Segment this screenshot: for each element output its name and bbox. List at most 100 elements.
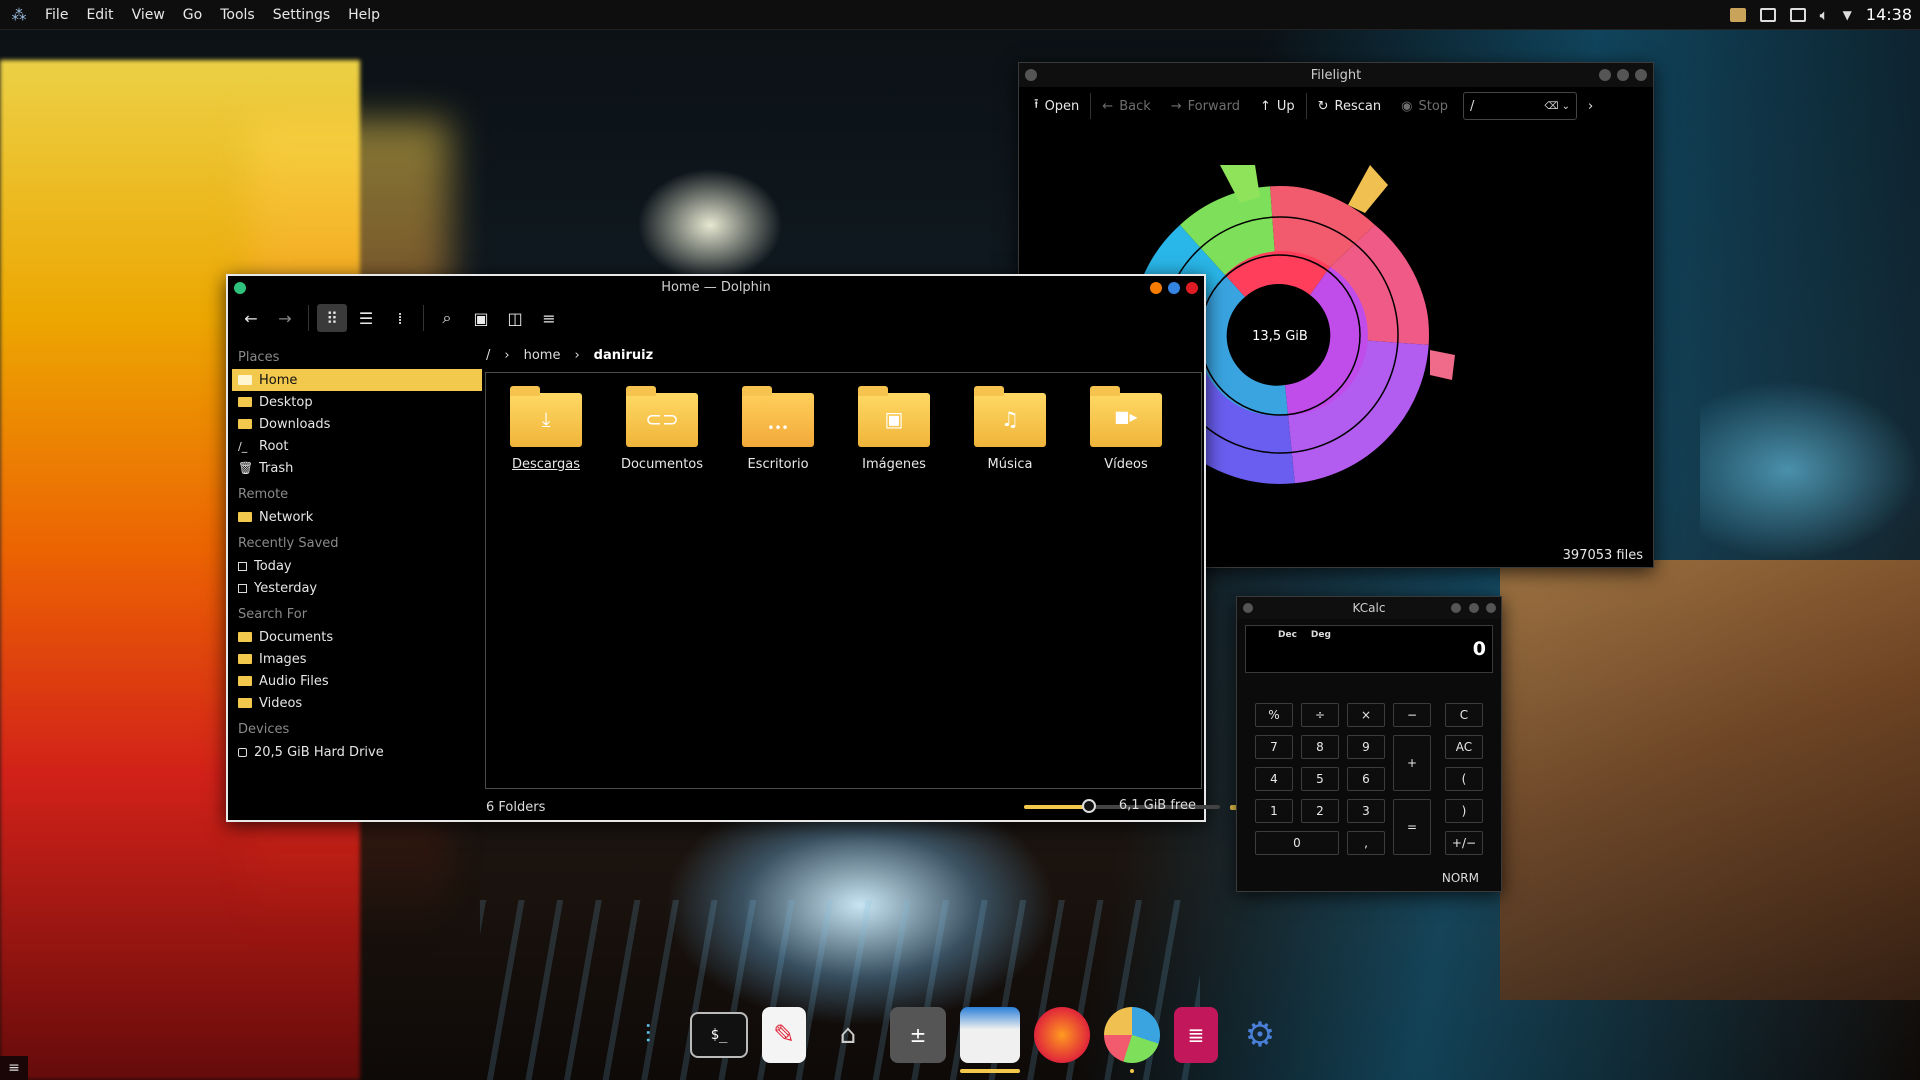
folder-item-escritorio[interactable]: ••• Escritorio xyxy=(728,386,828,472)
digit-0-button[interactable]: 0 xyxy=(1255,831,1339,855)
places-item-home[interactable]: Home xyxy=(232,369,482,391)
menu-edit[interactable]: Edit xyxy=(77,7,122,23)
terminal-app-icon[interactable]: ⌂ xyxy=(820,1007,876,1063)
places-item-images[interactable]: Images xyxy=(232,648,482,670)
places-item-documents[interactable]: Documents xyxy=(232,626,482,648)
folder-item-videos[interactable]: ■▸ Vídeos xyxy=(1076,386,1176,472)
stop-button[interactable]: ◉ Stop xyxy=(1392,91,1457,121)
digit-2-button[interactable]: 2 xyxy=(1301,799,1339,823)
digit-9-button[interactable]: 9 xyxy=(1347,735,1385,759)
sunburst-spike[interactable] xyxy=(1430,350,1455,380)
file-view[interactable]: ⤓ Descargas ⊂⊃ Documentos ••• Escritorio… xyxy=(485,372,1202,789)
preview-button[interactable]: ▣ xyxy=(466,304,496,332)
maximize-button[interactable] xyxy=(1469,603,1479,613)
volume-icon[interactable]: 🔈︎ xyxy=(1820,6,1829,24)
folder-item-documentos[interactable]: ⊂⊃ Documentos xyxy=(612,386,712,472)
menu-settings[interactable]: Settings xyxy=(264,7,339,23)
close-paren-button[interactable]: ) xyxy=(1445,799,1483,823)
digit-6-button[interactable]: 6 xyxy=(1347,767,1385,791)
settings-icon[interactable]: ⚙ xyxy=(1232,1007,1288,1063)
all-clear-button[interactable]: AC xyxy=(1445,735,1483,759)
plus-button[interactable]: + xyxy=(1393,735,1431,791)
breadcrumb-home[interactable]: home xyxy=(524,348,561,363)
folder-item-descargas[interactable]: ⤓ Descargas xyxy=(496,386,596,472)
launcher-icon[interactable]: ⁂ xyxy=(8,4,30,26)
menu-button[interactable]: ≡ xyxy=(534,304,564,332)
up-button[interactable]: ↑ Up xyxy=(1251,91,1304,121)
show-desktop-icon[interactable]: ≡ xyxy=(0,1056,28,1080)
places-item-today[interactable]: Today xyxy=(232,555,482,577)
breadcrumb-root[interactable]: / xyxy=(486,348,490,363)
clock[interactable]: 14:38 xyxy=(1866,5,1912,24)
mixer-icon[interactable]: ⫶ xyxy=(620,1007,676,1063)
chevron-right-icon[interactable]: › xyxy=(1579,91,1602,121)
clipboard-icon[interactable] xyxy=(1729,7,1746,22)
close-button[interactable] xyxy=(1486,603,1496,613)
rescan-button[interactable]: ↻ Rescan xyxy=(1309,91,1390,121)
arrow-down-icon[interactable]: ▼ xyxy=(1843,8,1852,22)
folder-item-imagenes[interactable]: ▣ Imágenes xyxy=(844,386,944,472)
decimal-button[interactable]: , xyxy=(1347,831,1385,855)
equals-button[interactable]: = xyxy=(1393,799,1431,855)
back-button[interactable]: ← Back xyxy=(1093,91,1159,121)
menu-go[interactable]: Go xyxy=(174,7,211,23)
digit-5-button[interactable]: 5 xyxy=(1301,767,1339,791)
forward-button[interactable]: → xyxy=(270,304,300,332)
places-item-videos[interactable]: Videos xyxy=(232,692,482,714)
text-editor-icon[interactable]: ✎ xyxy=(762,1007,806,1063)
compact-view-button[interactable]: ☰ xyxy=(351,304,381,332)
firefox-icon[interactable] xyxy=(1034,1007,1090,1063)
clear-icon[interactable]: ⌫ ⌄ xyxy=(1544,101,1570,112)
open-paren-button[interactable]: ( xyxy=(1445,767,1483,791)
places-item-desktop[interactable]: Desktop xyxy=(232,391,482,413)
window-menu-icon[interactable] xyxy=(234,282,246,294)
minus-button[interactable]: − xyxy=(1393,703,1431,727)
places-item-trash[interactable]: 🗑︎ Trash xyxy=(232,457,482,479)
window-menu-icon[interactable] xyxy=(1243,603,1253,613)
dolphin-titlebar[interactable]: Home — Dolphin xyxy=(228,276,1204,298)
terminal-icon[interactable]: $_ xyxy=(690,1012,748,1058)
menu-help[interactable]: Help xyxy=(339,7,389,23)
details-view-button[interactable]: ⁞ xyxy=(385,304,415,332)
split-button[interactable]: ◫ xyxy=(500,304,530,332)
folder-item-musica[interactable]: ♫ Música xyxy=(960,386,1060,472)
digit-8-button[interactable]: 8 xyxy=(1301,735,1339,759)
kcalc-titlebar[interactable]: KCalc xyxy=(1237,597,1501,619)
close-button[interactable] xyxy=(1186,282,1198,294)
display-icon[interactable] xyxy=(1759,7,1776,22)
forward-button[interactable]: → Forward xyxy=(1162,91,1249,121)
multiply-button[interactable]: × xyxy=(1347,703,1385,727)
menu-view[interactable]: View xyxy=(123,7,174,23)
open-button[interactable]: ⭱ Open xyxy=(1025,91,1088,121)
document-viewer-icon[interactable]: ≣ xyxy=(1174,1007,1218,1063)
percent-button[interactable]: % xyxy=(1255,703,1293,727)
filelight-icon[interactable] xyxy=(1104,1007,1160,1073)
calculator-icon[interactable]: ± xyxy=(890,1007,946,1063)
digit-3-button[interactable]: 3 xyxy=(1347,799,1385,823)
minimize-button[interactable] xyxy=(1599,69,1611,81)
zoom-slider-handle[interactable] xyxy=(1081,799,1096,813)
search-button[interactable]: ⌕ xyxy=(432,304,462,332)
digit-1-button[interactable]: 1 xyxy=(1255,799,1293,823)
divide-button[interactable]: ÷ xyxy=(1301,703,1339,727)
places-item-yesterday[interactable]: Yesterday xyxy=(232,577,482,599)
path-combobox[interactable]: / ⌫ ⌄ xyxy=(1463,92,1578,120)
minimize-button[interactable] xyxy=(1150,282,1162,294)
places-item-audio[interactable]: Audio Files xyxy=(232,670,482,692)
maximize-button[interactable] xyxy=(1617,69,1629,81)
menu-tools[interactable]: Tools xyxy=(211,7,264,23)
places-item-network[interactable]: Network xyxy=(232,506,482,528)
places-item-hard-drive[interactable]: 20,5 GiB Hard Drive xyxy=(232,741,482,763)
menu-file[interactable]: File xyxy=(36,7,77,23)
filelight-titlebar[interactable]: Filelight xyxy=(1019,63,1653,87)
places-item-downloads[interactable]: Downloads xyxy=(232,413,482,435)
breadcrumb-current[interactable]: daniruiz xyxy=(594,348,653,363)
sunburst-spike[interactable] xyxy=(1348,165,1388,213)
maximize-button[interactable] xyxy=(1168,282,1180,294)
window-menu-icon[interactable] xyxy=(1025,69,1037,81)
icons-view-button[interactable]: ⠿ xyxy=(317,304,347,332)
sign-button[interactable]: +/− xyxy=(1445,831,1483,855)
clear-button[interactable]: C xyxy=(1445,703,1483,727)
places-item-root[interactable]: ∕_ Root xyxy=(232,435,482,457)
digit-4-button[interactable]: 4 xyxy=(1255,767,1293,791)
